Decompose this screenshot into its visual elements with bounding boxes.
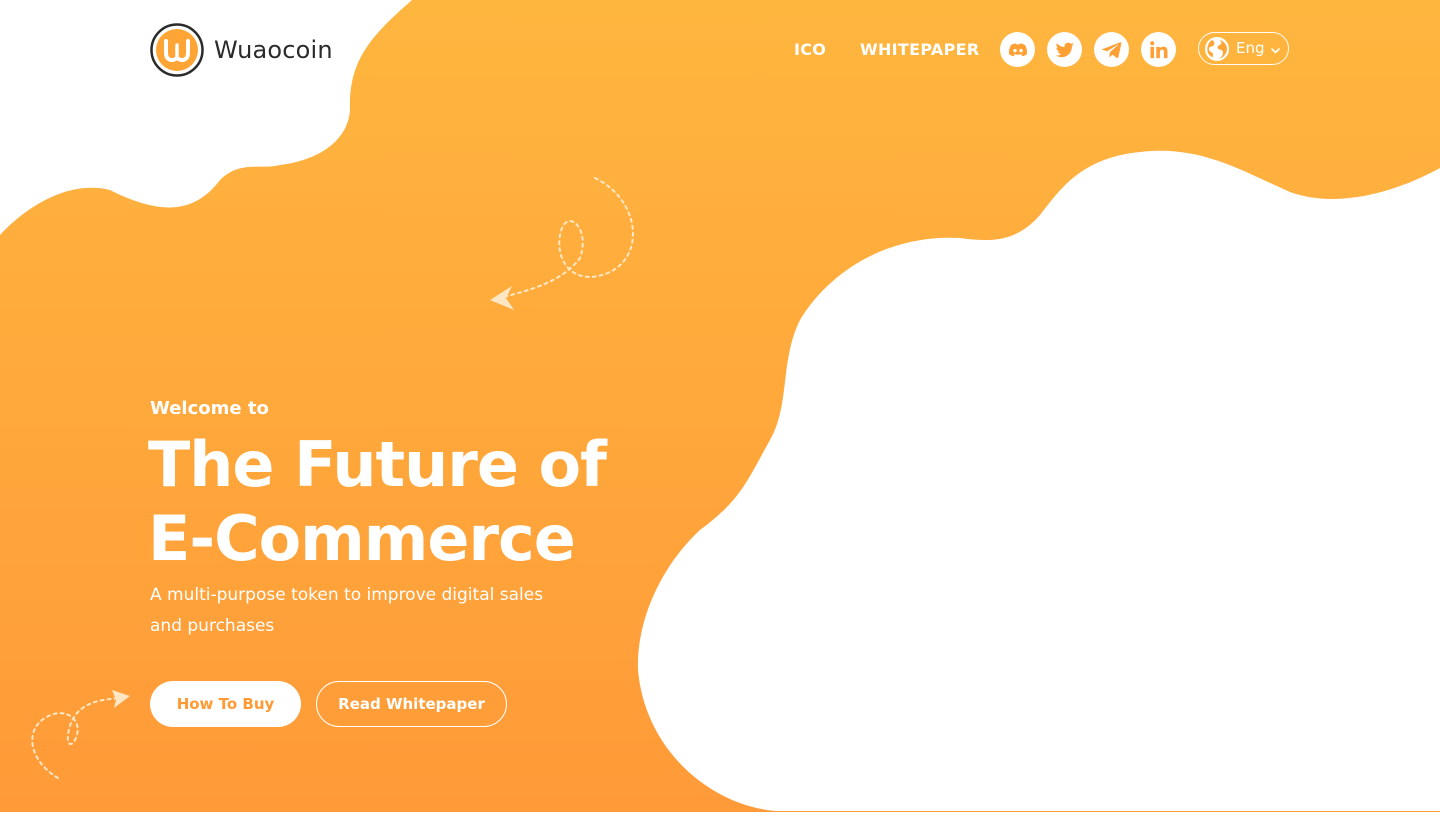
language-selector[interactable]: Eng	[1198, 32, 1289, 65]
hero-subtitle: A multi-purpose token to improve digital…	[150, 585, 544, 636]
logo-mark-icon	[150, 23, 204, 77]
hero-title-line-2: E-Commerce	[148, 502, 576, 575]
read-whitepaper-button[interactable]: Read Whitepaper	[316, 681, 507, 727]
hero-title: The Future of E-Commerce	[148, 428, 607, 576]
twitter-button[interactable]	[1047, 32, 1082, 67]
linkedin-icon	[1149, 40, 1167, 58]
discord-button[interactable]	[1000, 32, 1035, 67]
chevron-down-icon	[1270, 47, 1280, 53]
hero-kicker: Welcome to	[150, 398, 269, 419]
logo[interactable]: Wuaocoin	[150, 23, 333, 77]
nav-link-whitepaper[interactable]: WHITEPAPER	[860, 32, 979, 68]
nav-link-ico[interactable]: ICO	[794, 32, 826, 68]
discord-icon	[1008, 42, 1027, 56]
bottom-strip	[0, 812, 1440, 816]
language-label: Eng	[1236, 39, 1265, 57]
hero-title-line-1: The Future of	[148, 428, 607, 501]
telegram-icon	[1101, 41, 1121, 58]
how-to-buy-button[interactable]: How To Buy	[150, 681, 301, 727]
telegram-button[interactable]	[1094, 32, 1129, 67]
brand-name: Wuaocoin	[214, 36, 333, 64]
linkedin-button[interactable]	[1141, 32, 1176, 67]
twitter-icon	[1055, 42, 1074, 57]
globe-icon	[1205, 36, 1229, 61]
